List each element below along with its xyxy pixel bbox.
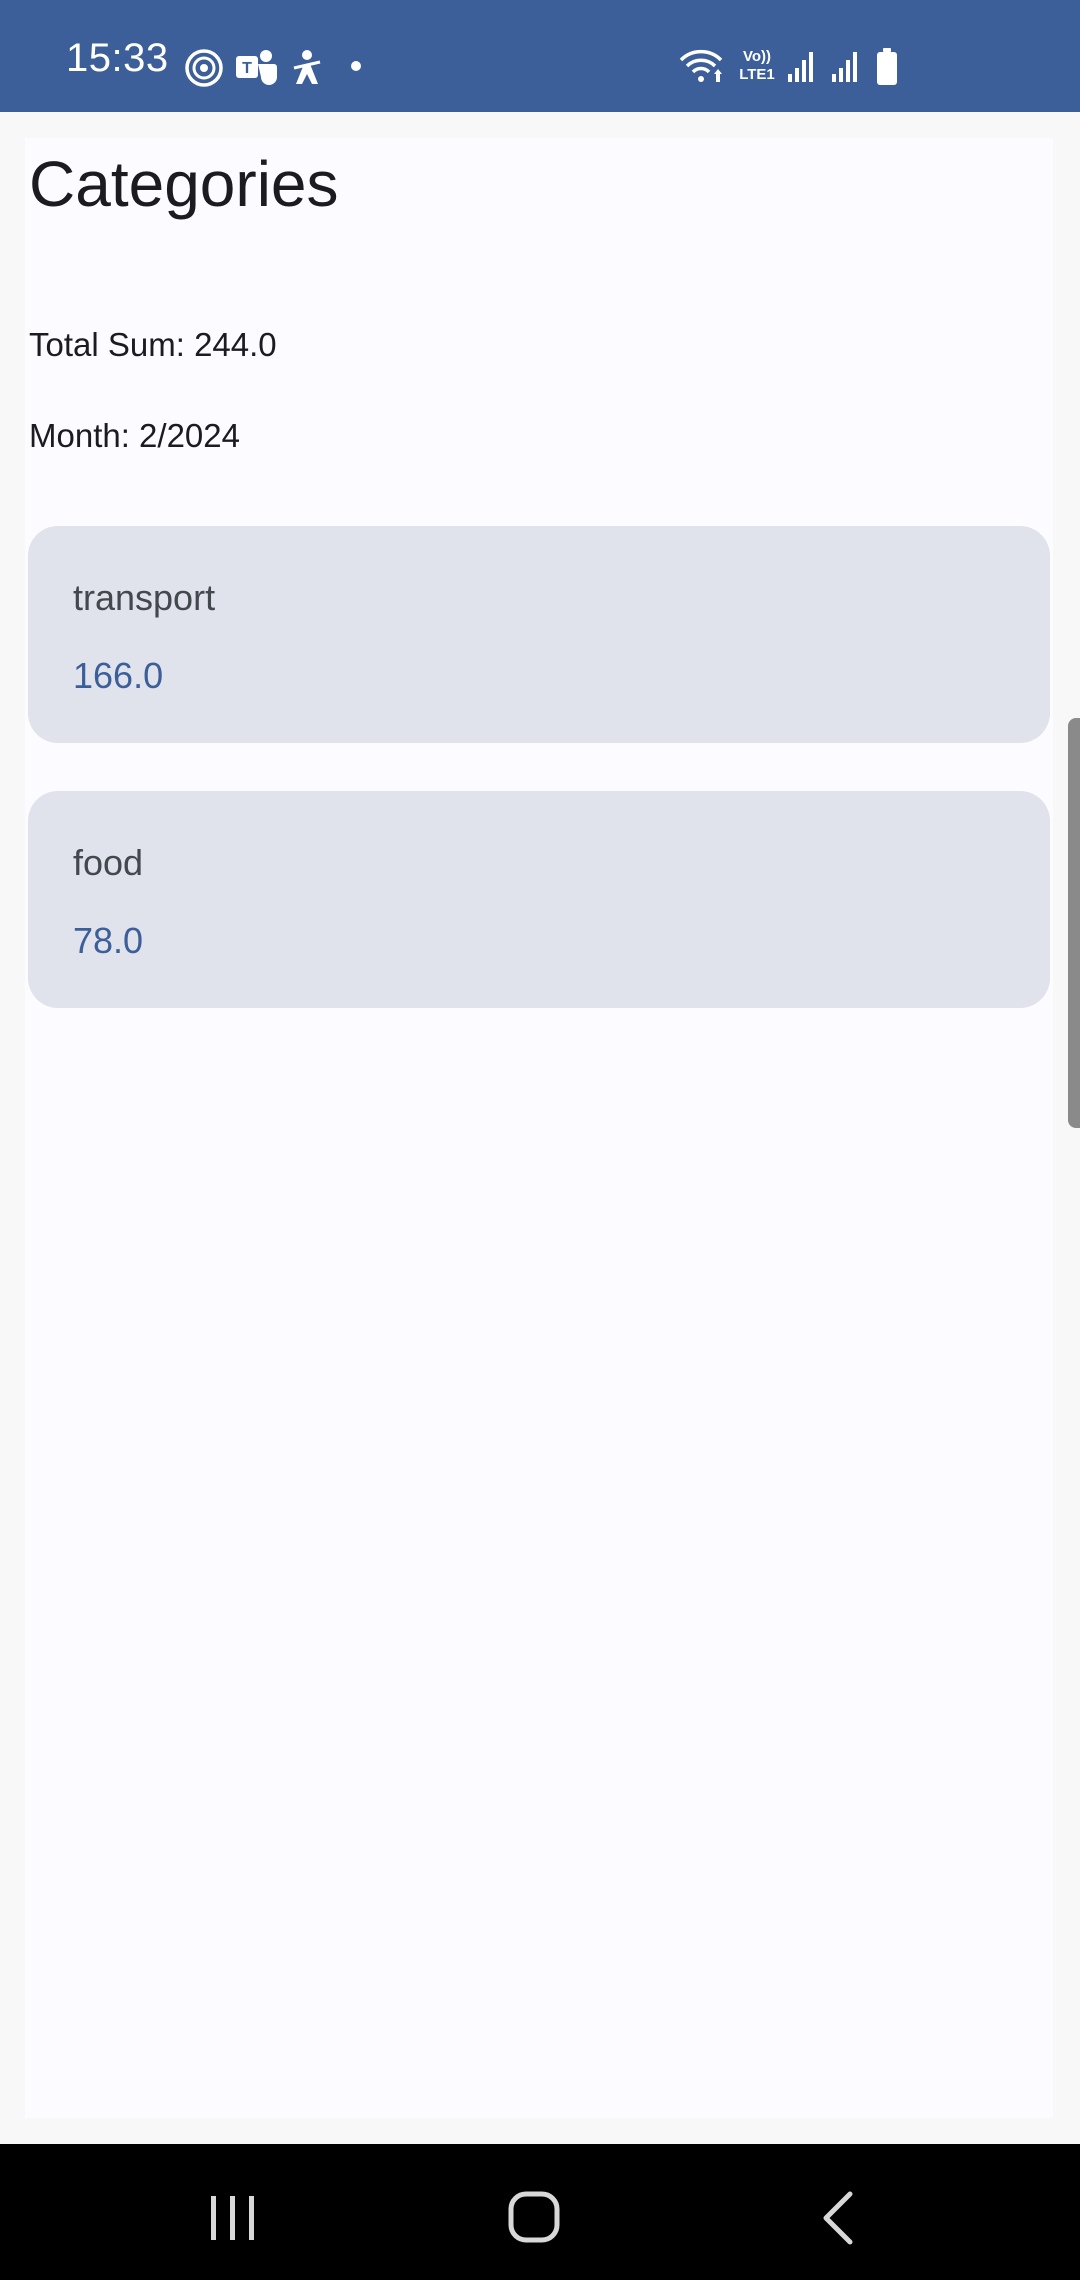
status-bar: 15:33 T Vo)) LTE1 (0, 0, 1080, 112)
at-sign-icon (185, 49, 223, 87)
status-time: 15:33 (66, 36, 169, 80)
month-label: Month: 2/2024 (29, 417, 240, 454)
volte-icon: Vo)) LTE1 (736, 48, 778, 88)
category-card-food[interactable]: food 78.0 (28, 791, 1050, 1008)
battery-icon (877, 48, 897, 85)
total-sum-label: Total Sum: 244.0 (29, 326, 277, 363)
category-name: food (73, 842, 144, 883)
category-amount: 78.0 (73, 920, 144, 961)
category-name: transport (73, 577, 216, 618)
volte-label-bottom: LTE1 (739, 66, 775, 83)
svg-text:T: T (242, 60, 252, 77)
page-title: Categories (29, 148, 339, 220)
back-icon[interactable] (758, 2144, 918, 2280)
accessibility-icon (293, 50, 321, 84)
wifi-icon (679, 49, 723, 82)
dot-icon (351, 61, 361, 71)
main-content: Categories Total Sum: 244.0 Month: 2/202… (25, 138, 1053, 2118)
navigation-bar (0, 2144, 1080, 2280)
home-icon[interactable] (455, 2144, 615, 2280)
signal-icon (832, 52, 857, 82)
category-amount: 166.0 (73, 655, 164, 696)
volte-label-top: Vo)) (742, 48, 772, 65)
category-card-transport[interactable]: transport 166.0 (28, 526, 1050, 743)
signal-icon (788, 52, 813, 82)
recents-icon[interactable] (152, 2144, 312, 2280)
teams-icon: T (236, 50, 277, 85)
scrollbar-thumb[interactable] (1068, 718, 1080, 1128)
